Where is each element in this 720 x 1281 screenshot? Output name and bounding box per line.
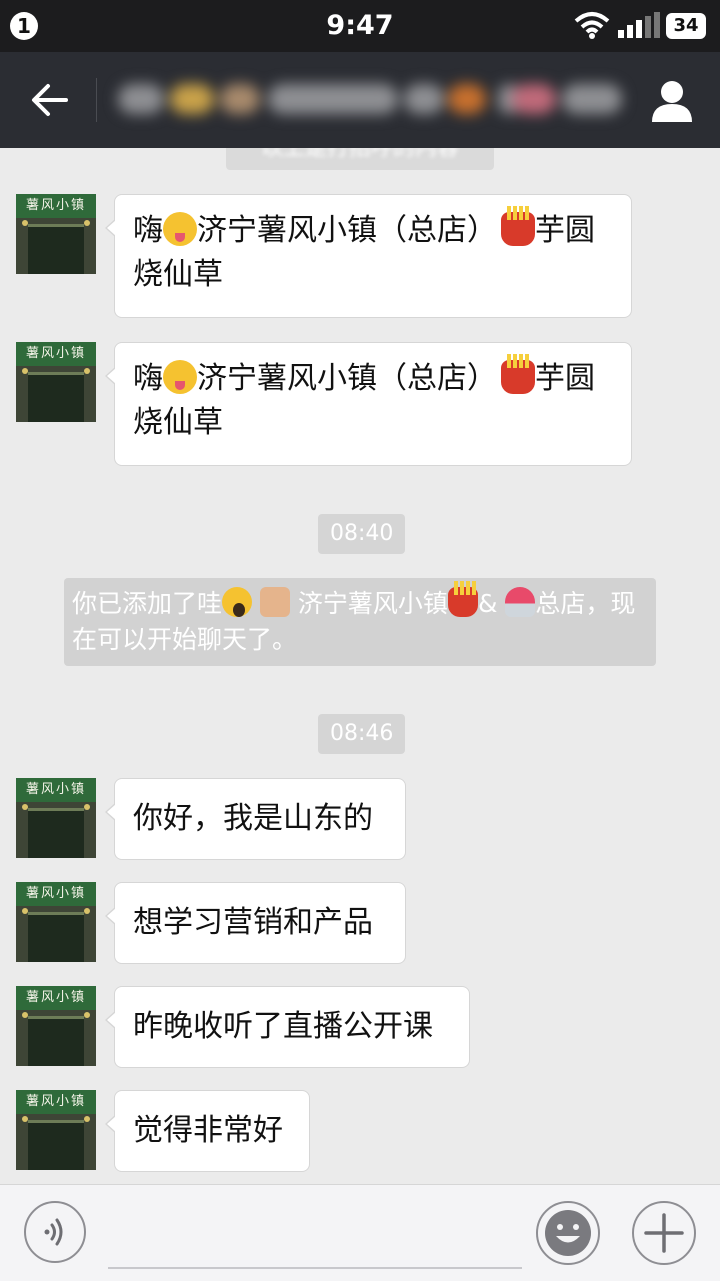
voice-icon [44,1218,63,1246]
avatar-lamp [84,908,90,914]
avatar-door [28,1016,84,1066]
title-blur-fragment [220,84,260,114]
title-blur-fragment [512,84,556,114]
avatar-lamp [84,804,90,810]
wink-tongue-emoji [163,360,197,394]
message-bubble[interactable]: 嗨济宁薯风小镇（总店） 芋圆烧仙草 [105,194,632,318]
avatar-door [28,224,84,274]
message-text: 昨晚收听了直播公开课 [133,1009,433,1044]
wink-tongue-emoji [163,212,197,246]
person-icon[interactable] [650,80,694,122]
avatar-lamp [84,368,90,374]
signal-icon [618,12,660,38]
message-bubble[interactable]: 你好，我是山东的 [105,778,406,860]
fries-emoji [501,206,535,246]
back-arrow-icon[interactable] [30,82,70,118]
message-text: 济宁薯风小镇（总店） [197,213,497,248]
avatar-sign: 薯风小镇 [16,986,96,1010]
chat-input-bar [0,1184,720,1281]
contact-avatar[interactable]: 薯风小镇 [16,194,96,274]
system-note-text: 济宁薯风小镇 [297,589,448,618]
system-note-text: & [477,589,498,618]
system-note-text: 你已添加了哇 [72,589,223,618]
message-text: 嗨 [133,361,163,396]
status-bar: 1 9:47 34 [0,0,720,52]
message-bubble[interactable]: 想学习营销和产品 [105,882,406,964]
avatar-door [28,912,84,962]
contact-avatar[interactable]: 薯风小镇 [16,778,96,858]
system-note-clipped-text: 以上是打招呼的内容 [260,148,459,161]
message-bubble[interactable]: 觉得非常好 [105,1090,310,1172]
timestamp: 08:46 [318,714,406,754]
contact-avatar[interactable]: 薯风小镇 [16,986,96,1066]
fries-emoji [447,581,478,617]
message-text: 想学习营销和产品 [133,905,373,940]
title-blur-fragment [562,84,622,114]
avatar-door [28,808,84,858]
avatar-door [28,372,84,422]
message-text: 你好，我是山东的 [133,801,373,836]
more-actions-button[interactable] [632,1201,696,1265]
shaved-ice-emoji [505,587,536,617]
emoji-face-icon [545,1210,591,1256]
fries-emoji [501,354,535,394]
avatar-lamp [84,1012,90,1018]
chat-title-blurred [118,76,628,124]
avatar-sign: 薯风小镇 [16,342,96,366]
message-text: 嗨 [133,213,163,248]
voice-input-button[interactable] [24,1201,86,1263]
title-blur-fragment [268,84,398,114]
system-note-clipped: 以上是打招呼的内容 [226,148,494,170]
contact-avatar[interactable]: 薯风小镇 [16,342,96,422]
message-text: 济宁薯风小镇（总店） [197,361,497,396]
title-blur-fragment [448,84,486,114]
wifi-icon [574,12,610,39]
battery-indicator: 34 [666,13,706,39]
message-text: 觉得非常好 [133,1113,283,1148]
chat-header [0,52,720,148]
message-bubble[interactable]: 昨晚收听了直播公开课 [105,986,470,1068]
avatar-lamp [84,1116,90,1122]
chat-message-list[interactable]: 以上是打招呼的内容 薯风小镇 嗨济宁薯风小镇（总店） 芋圆烧仙草 薯风小镇 嗨济宁… [0,148,720,1184]
system-note: 你已添加了哇 济宁薯风小镇 & 总店，现在可以开始聊天了。 [64,578,656,666]
title-blur-fragment [404,84,444,114]
title-blur-fragment [118,84,164,114]
scream-emoji [222,587,253,617]
avatar-sign: 薯风小镇 [16,194,96,218]
timestamp: 08:40 [318,514,406,554]
pointing-hand-emoji [259,587,290,617]
avatar-door [28,1120,84,1170]
avatar-sign: 薯风小镇 [16,882,96,906]
message-bubble[interactable]: 嗨济宁薯风小镇（总店） 芋圆烧仙草 [105,342,632,466]
title-blur-fragment [170,84,214,114]
status-clock: 9:47 [326,10,394,41]
avatar-sign: 薯风小镇 [16,778,96,802]
emoji-button[interactable] [536,1201,600,1265]
contact-avatar[interactable]: 薯风小镇 [16,1090,96,1170]
avatar-sign: 薯风小镇 [16,1090,96,1114]
contact-avatar[interactable]: 薯风小镇 [16,882,96,962]
header-divider [96,78,97,122]
message-text-input[interactable] [108,1267,522,1269]
plus-icon [644,1213,684,1253]
avatar-lamp [84,220,90,226]
